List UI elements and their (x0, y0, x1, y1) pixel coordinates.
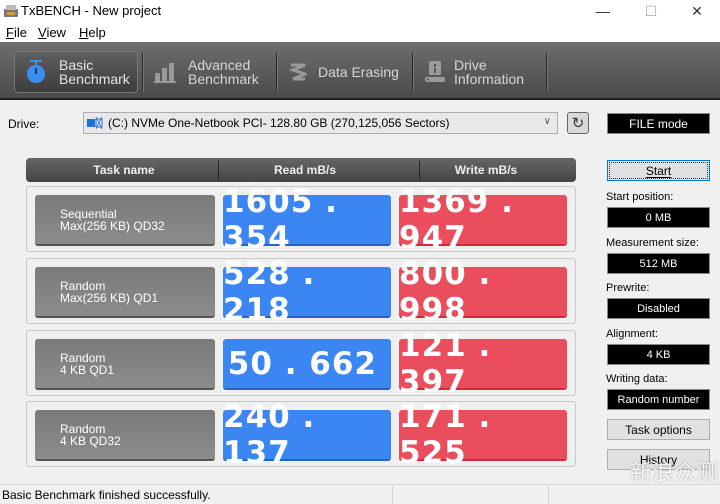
refresh-drive-button[interactable]: ↻ (567, 112, 589, 134)
maximize-button[interactable]: ☐ (628, 0, 674, 22)
read-value: 240 . 137 (223, 399, 391, 471)
toolbar-separator (142, 52, 144, 92)
tab-advanced-benchmark[interactable]: Advanced Benchmark (152, 51, 272, 93)
measurement-size-label: Measurement size: (606, 237, 699, 249)
toolbar-separator (276, 52, 278, 92)
read-value: 1605 . 354 (223, 184, 391, 256)
result-row: Random Max(256 KB) QD1 528 . 218 800 . 99… (26, 256, 576, 328)
prewrite-label: Prewrite: (606, 282, 650, 294)
start-position-label: Start position: (606, 191, 674, 203)
status-separator (392, 486, 393, 504)
tab-data-erasing[interactable]: Data Erasing (288, 51, 408, 93)
start-position-value: 0 MB (607, 207, 710, 228)
close-button[interactable]: ✕ (674, 0, 720, 22)
menu-file[interactable]: File (6, 25, 27, 40)
result-row: Sequential Max(256 KB) QD32 1605 . 354 13… (26, 184, 576, 256)
bar-chart-icon (152, 59, 178, 85)
task-button[interactable]: Random 4 KB QD32 (35, 410, 215, 461)
tab-drive-information[interactable]: Drive Information (424, 51, 544, 93)
read-value: 50 . 662 (223, 339, 391, 390)
app-icon (4, 5, 18, 17)
menu-view[interactable]: View (38, 25, 66, 40)
chevron-down-icon: ∨ (543, 116, 551, 127)
task-button[interactable]: Sequential Max(256 KB) QD32 (35, 195, 215, 246)
alignment-label: Alignment: (606, 328, 658, 340)
drive-icon (87, 116, 103, 130)
drive-select[interactable]: (C:) NVMe One-Netbook PCI- 128.80 GB (27… (83, 112, 558, 134)
drive-label: Drive: (8, 117, 40, 131)
status-bar: Basic Benchmark finished successfully. (0, 484, 720, 504)
menu-file-accel: F (6, 25, 14, 40)
task-button[interactable]: Random Max(256 KB) QD1 (35, 267, 215, 318)
prewrite-value: Disabled (607, 298, 710, 319)
task-name-line2: Max(256 KB) QD32 (60, 219, 165, 233)
menu-bar: File View Help (0, 22, 720, 42)
minimize-button[interactable]: — (580, 0, 626, 22)
toolbar-separator (546, 52, 548, 92)
header-write: Write mB/s (454, 163, 518, 177)
eraser-icon (288, 59, 308, 85)
toolbar-separator (412, 52, 414, 92)
alignment-value: 4 KB (607, 344, 710, 365)
tab-label-line2: Benchmark (59, 71, 130, 87)
writing-data-value: Random number (607, 389, 710, 410)
drive-select-value: (C:) NVMe One-Netbook PCI- 128.80 GB (27… (108, 116, 450, 130)
write-value: 171 . 525 (399, 399, 567, 471)
menu-help-accel: H (79, 25, 89, 40)
menu-file-label: ile (13, 25, 27, 40)
tab-basic-benchmark[interactable]: Basic Benchmark (14, 51, 138, 93)
tab-basic-benchmark-label: Basic Benchmark (59, 58, 130, 86)
result-row: Random 4 KB QD1 50 . 662 121 . 397 (26, 328, 576, 400)
refresh-icon: ↻ (571, 115, 585, 132)
task-button[interactable]: Random 4 KB QD1 (35, 339, 215, 390)
results-header: Task name Read mB/s Write mB/s (26, 158, 576, 182)
watermark: 新浪众测 (630, 460, 719, 485)
drive-info-icon (424, 59, 446, 85)
main-toolbar: Basic Benchmark Advanced Benchmark Data Er… (0, 42, 720, 100)
writing-data-label: Writing data: (606, 373, 668, 385)
write-value: 121 . 397 (399, 328, 567, 400)
tab-label-line2: Benchmark (188, 71, 259, 87)
window-title: TxBENCH - New project (21, 3, 162, 18)
start-button[interactable]: Start (607, 160, 710, 181)
tab-data-erasing-label: Data Erasing (318, 64, 399, 80)
write-value: 1369 . 947 (399, 184, 567, 256)
write-value: 800 . 998 (399, 256, 567, 328)
menu-view-label: iew (46, 25, 66, 40)
read-value: 528 . 218 (223, 256, 391, 328)
measurement-size-value: 512 MB (607, 253, 710, 274)
menu-help[interactable]: Help (79, 25, 106, 40)
task-name-line2: 4 KB QD32 (60, 434, 121, 448)
menu-help-label: elp (88, 25, 106, 40)
header-read: Read mB/s (273, 163, 337, 177)
tab-drive-information-label: Drive Information (454, 58, 524, 86)
result-row: Random 4 KB QD32 240 . 137 171 . 525 (26, 399, 576, 471)
file-mode-badge: FILE mode (607, 113, 710, 134)
status-message: Basic Benchmark finished successfully. (2, 488, 211, 502)
status-separator (548, 486, 549, 504)
title-bar: TxBENCH - New project — ☐ ✕ (0, 0, 720, 22)
task-name-line2: 4 KB QD1 (60, 363, 115, 377)
task-name-line2: Max(256 KB) QD1 (60, 291, 159, 305)
tab-advanced-benchmark-label: Advanced Benchmark (188, 58, 259, 86)
tab-label-line2: Information (454, 71, 525, 87)
task-options-button[interactable]: Task options (607, 419, 710, 440)
header-separator (218, 161, 219, 179)
start-button-label: Start (645, 163, 672, 178)
stopwatch-icon (23, 59, 49, 85)
task-options-label: Task options (625, 422, 692, 437)
header-task-name: Task name (93, 163, 155, 177)
